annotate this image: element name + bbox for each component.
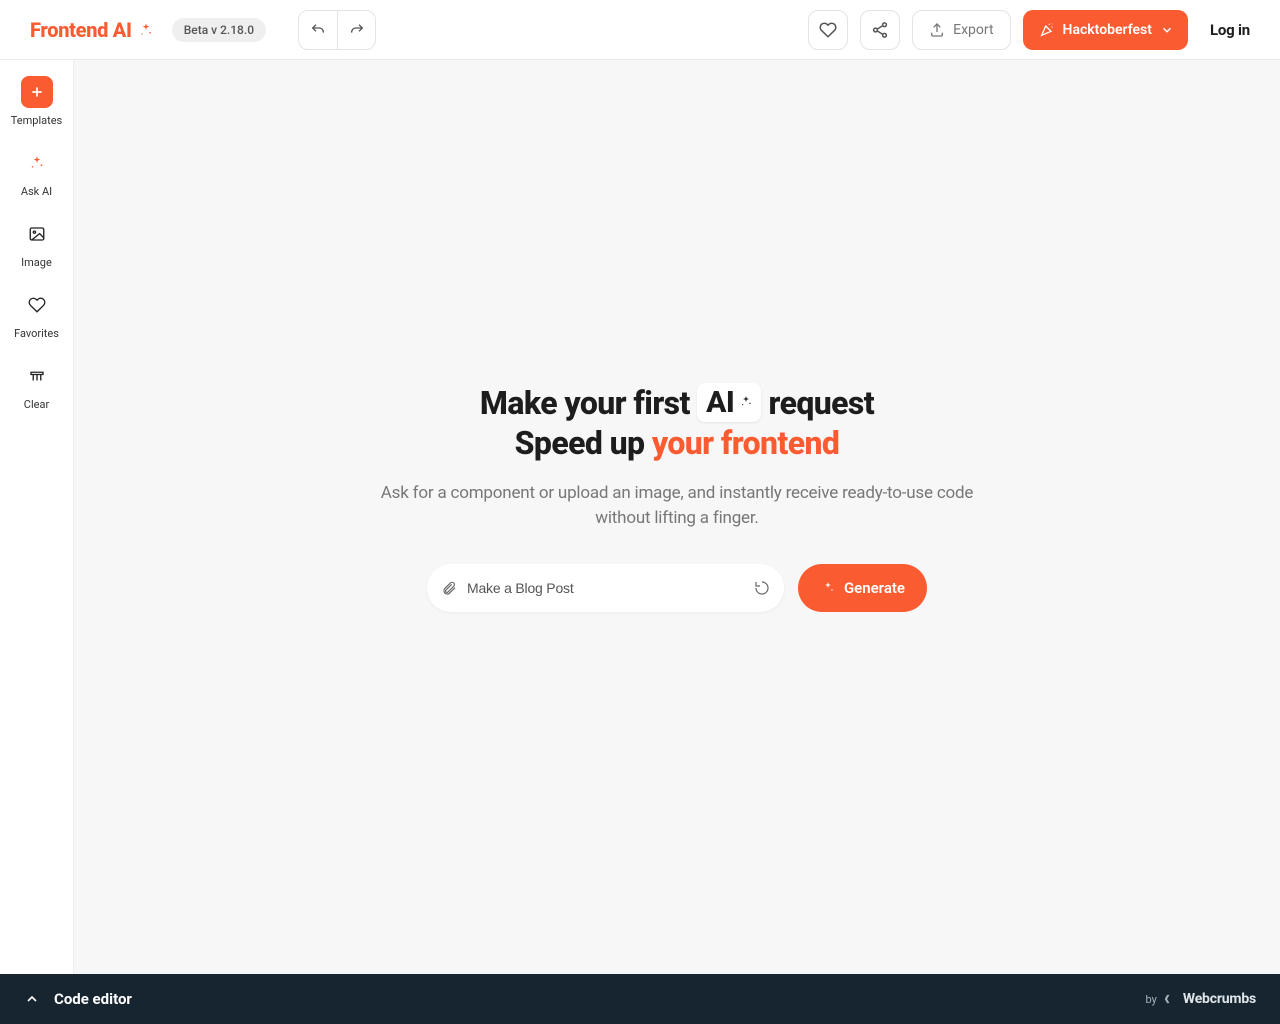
undo-redo-group <box>298 10 376 50</box>
attachment-icon[interactable] <box>441 580 457 596</box>
sidebar-item-label: Clear <box>24 398 49 411</box>
logo-text: Frontend AI <box>30 18 132 42</box>
sidebar-item-label: Templates <box>11 114 62 127</box>
undo-icon <box>310 22 326 38</box>
sparkle-icon <box>138 22 154 38</box>
sparkle-icon <box>820 580 836 596</box>
hacktoberfest-button[interactable]: Hacktoberfest <box>1023 10 1188 50</box>
sidebar-item-label: Ask AI <box>21 185 52 198</box>
redo-button[interactable] <box>337 11 375 49</box>
generate-label: Generate <box>844 579 905 597</box>
webcrumbs-icon <box>1163 992 1177 1006</box>
brand-credit: by Webcrumbs <box>1146 991 1256 1007</box>
page-title: Make your first AI request Speed up your… <box>357 383 997 463</box>
prompt-box <box>427 564 784 612</box>
sidebar-item-image[interactable]: Image <box>21 218 53 269</box>
sparkle-icon <box>738 394 754 410</box>
sidebar-item-favorites[interactable]: Favorites <box>14 289 59 340</box>
prompt-input[interactable] <box>467 580 746 596</box>
code-editor-label: Code editor <box>54 990 132 1008</box>
favorite-button[interactable] <box>808 10 848 50</box>
brand-name: Webcrumbs <box>1183 991 1256 1007</box>
plus-icon <box>21 76 53 108</box>
page-subtitle: Ask for a component or upload an image, … <box>357 481 997 532</box>
sidebar-item-label: Favorites <box>14 327 59 340</box>
sidebar: Templates Ask AI Image Favorites Clear <box>0 60 74 974</box>
code-editor-bar[interactable]: Code editor by Webcrumbs <box>0 974 1280 1024</box>
main-canvas: Make your first AI request Speed up your… <box>74 60 1280 974</box>
share-button[interactable] <box>860 10 900 50</box>
export-label: Export <box>953 22 993 38</box>
sparkle-icon <box>21 147 53 179</box>
undo-button[interactable] <box>299 11 337 49</box>
hacktoberfest-label: Hacktoberfest <box>1063 22 1152 38</box>
refresh-icon[interactable] <box>754 580 770 596</box>
export-button[interactable]: Export <box>912 10 1010 50</box>
hero: Make your first AI request Speed up your… <box>357 383 997 612</box>
party-icon <box>1039 22 1055 38</box>
title-line1-pre: Make your first <box>480 384 697 422</box>
ai-chip: AI <box>697 383 761 423</box>
sidebar-item-ask-ai[interactable]: Ask AI <box>21 147 53 198</box>
share-icon <box>871 21 889 39</box>
image-icon <box>21 218 53 250</box>
chevron-down-icon <box>1160 23 1174 37</box>
generate-button[interactable]: Generate <box>798 564 927 612</box>
title-line2-pre: Speed up <box>515 424 652 462</box>
redo-icon <box>349 22 365 38</box>
ai-chip-text: AI <box>706 384 734 422</box>
app-logo[interactable]: Frontend AI <box>30 18 154 42</box>
sidebar-item-clear[interactable]: Clear <box>21 360 53 411</box>
sidebar-item-templates[interactable]: Templates <box>11 76 62 127</box>
heart-icon <box>819 21 837 39</box>
prompt-row: Generate <box>427 564 927 612</box>
by-text: by <box>1146 993 1157 1006</box>
title-line2-highlight: your frontend <box>652 424 839 462</box>
sidebar-item-label: Image <box>21 256 52 269</box>
beta-badge: Beta v 2.18.0 <box>172 18 266 42</box>
top-bar: Frontend AI Beta v 2.18.0 Export Hacktob… <box>0 0 1280 60</box>
login-link[interactable]: Log in <box>1210 21 1250 39</box>
title-line1-post: request <box>761 384 874 422</box>
chevron-up-icon <box>24 991 40 1007</box>
upload-icon <box>929 22 945 38</box>
heart-icon <box>21 289 53 321</box>
brush-icon <box>21 360 53 392</box>
